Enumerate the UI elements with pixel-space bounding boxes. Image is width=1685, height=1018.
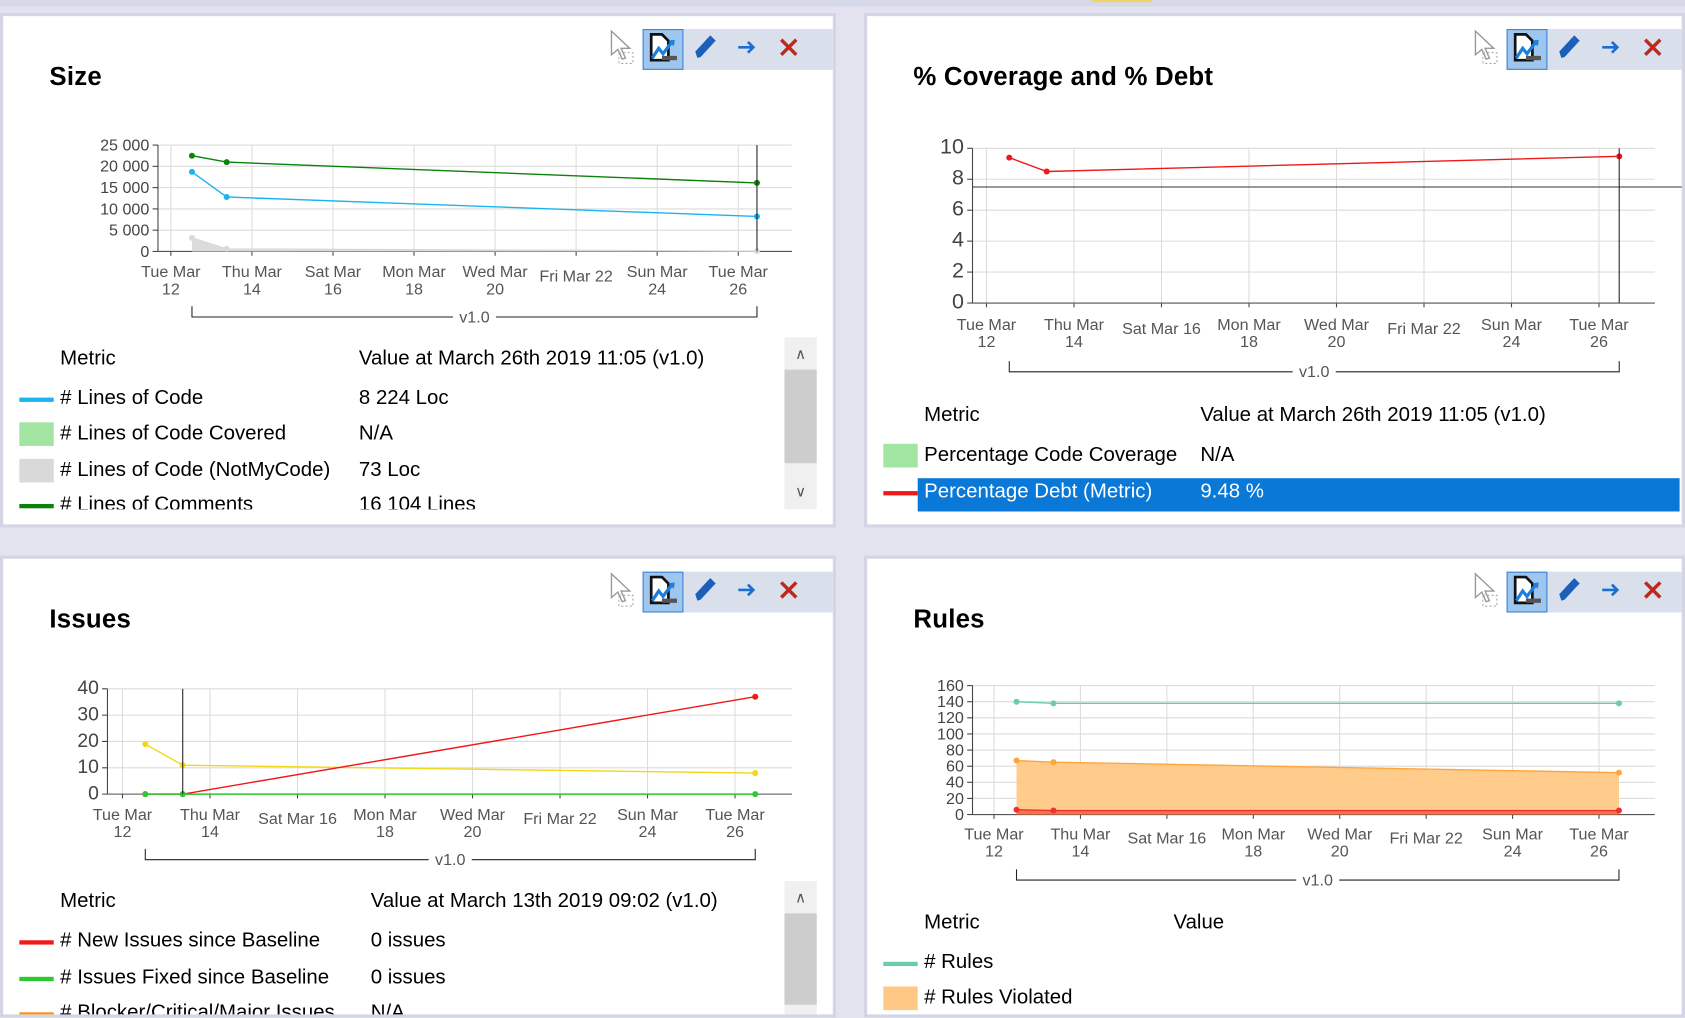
legend-color-swatch <box>883 986 918 1011</box>
metric-table: Metric Value # Rules # Rules Violated <box>867 559 1682 1015</box>
metric-value: 16 104 Lines <box>358 493 476 510</box>
panel-issues: Issues 40 30 20 10 0 Tue Mar 12 Thu Mar 14 Sat Mar… <box>0 555 837 1018</box>
metric-value: N/A <box>358 422 393 445</box>
metric-value: 0 issues <box>370 929 446 953</box>
metric-label[interactable]: # Lines of Code <box>60 383 203 415</box>
table-scrollbar[interactable]: ∧ <box>784 881 817 1015</box>
top-bar-marker <box>1091 0 1152 3</box>
metric-label[interactable]: Percentage Code Coverage <box>924 440 1177 472</box>
metric-header[interactable]: Metric <box>924 400 980 432</box>
metric-label[interactable]: # Rules Violated <box>924 982 1072 1014</box>
dashboard: Size 25 000 20 000 15 000 10 000 5 000 0 Tue Ma… <box>0 0 1685 1018</box>
metric-table: Metric Value at March 26th 2019 11:05 (v1… <box>867 16 1682 512</box>
value-header[interactable]: Value <box>1173 907 1224 939</box>
legend-line-swatch <box>19 397 54 402</box>
legend-line-swatch <box>883 491 918 496</box>
panel-rules: Rules 160 140 120 100 80 60 40 20 0 Tue Mar 12 Thu M… <box>863 555 1685 1018</box>
metric-header[interactable]: Metric <box>924 907 980 939</box>
metric-label[interactable]: # Lines of Comments <box>60 489 253 509</box>
scroll-up-icon[interactable]: ∧ <box>784 881 816 913</box>
legend-color-swatch <box>19 458 54 483</box>
table-scrollbar[interactable]: ∧ ∨ <box>784 337 817 510</box>
legend-line-swatch <box>19 940 54 945</box>
metric-value: 73 Loc <box>358 458 421 482</box>
panel-coverage-and-debt: % Coverage and % Debt 10 8 6 4 2 0 Tue Mar 12 Thu… <box>863 12 1685 528</box>
legend-line-swatch <box>19 1012 54 1015</box>
value-header[interactable]: Value at March 26th 2019 11:05 (v1.0) <box>1200 400 1545 432</box>
scroll-down-icon[interactable]: ∨ <box>784 475 816 507</box>
top-bar <box>0 0 1685 7</box>
metric-value: N/A <box>370 1001 405 1018</box>
metric-header[interactable]: Metric <box>60 885 116 917</box>
legend-line-swatch <box>19 976 54 982</box>
panel-size: Size 25 000 20 000 15 000 10 000 5 000 0 Tue Ma… <box>0 12 837 528</box>
metric-value: 9.48 % <box>1200 480 1264 503</box>
scrollbar-thumb[interactable] <box>784 913 817 1005</box>
metric-header[interactable]: Metric <box>60 343 116 375</box>
scrollbar-thumb[interactable] <box>784 369 817 464</box>
legend-line-swatch <box>883 961 918 967</box>
metric-table: Metric Value at March 13th 2019 09:02 (v1… <box>3 559 833 1018</box>
scroll-up-icon[interactable]: ∧ <box>784 337 816 369</box>
metric-value: N/A <box>1200 443 1235 467</box>
metric-table: Metric Value at March 26th 2019 11:05 (v1… <box>3 16 833 510</box>
value-header[interactable]: Value at March 26th 2019 11:05 (v1.0) <box>359 343 704 375</box>
metric-label[interactable]: Percentage Debt (Metric) <box>924 476 1152 508</box>
metric-label[interactable]: # Lines of Code (NotMyCode) <box>60 455 330 487</box>
metric-label[interactable]: # Rules <box>924 947 993 979</box>
value-header[interactable]: Value at March 13th 2019 09:02 (v1.0) <box>371 885 718 917</box>
metric-label[interactable]: # Lines of Code Covered <box>60 418 286 450</box>
metric-value: 0 issues <box>370 966 446 989</box>
metric-label[interactable]: # New Issues since Baseline <box>60 925 320 957</box>
metric-label[interactable]: # Blocker/Critical/Major Issues <box>60 997 335 1015</box>
legend-color-swatch <box>883 443 918 468</box>
legend-line-swatch <box>19 503 54 509</box>
metric-value: 8 224 Loc <box>358 386 449 410</box>
metric-label[interactable]: # Issues Fixed since Baseline <box>60 962 329 994</box>
legend-color-swatch <box>19 422 54 446</box>
